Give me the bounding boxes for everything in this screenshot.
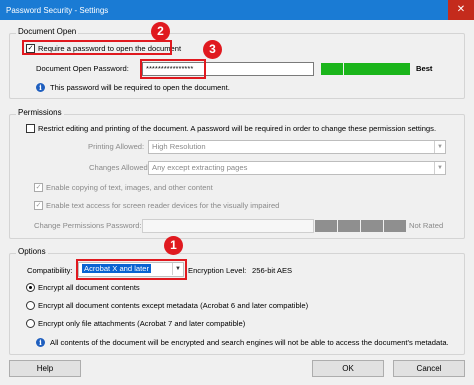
strength-segment	[344, 63, 366, 75]
strength-segment	[384, 220, 406, 232]
strength-label: Best	[416, 64, 433, 73]
document-open-legend: Document Open	[16, 27, 79, 36]
radio-encrypt-except-metadata-label[interactable]: Encrypt all document contents except met…	[38, 301, 308, 310]
encryption-value: 256-bit AES	[252, 266, 293, 275]
restrict-label[interactable]: Restrict editing and printing of the doc…	[38, 124, 436, 133]
close-icon[interactable]: ✕	[448, 0, 474, 20]
radio-encrypt-attachments[interactable]	[26, 319, 35, 328]
changes-label: Changes Allowed:	[89, 163, 150, 172]
annotation-badge-2: 2	[151, 22, 170, 41]
annotation-box-password	[140, 59, 206, 79]
cancel-button[interactable]: Cancel	[393, 360, 465, 377]
change-pw-label: Change Permissions Password:	[34, 221, 142, 230]
password-label: Document Open Password:	[36, 64, 129, 73]
strength-segment	[366, 63, 388, 75]
annotation-badge-1: 1	[164, 236, 183, 255]
chevron-down-icon: ▼	[434, 162, 445, 174]
annotation-badge-3: 3	[203, 40, 222, 59]
strength-segment	[361, 220, 383, 232]
help-button[interactable]: Help	[9, 360, 81, 377]
radio-encrypt-all-label[interactable]: Encrypt all document contents	[38, 283, 140, 292]
printing-value: High Resolution	[152, 142, 206, 151]
options-legend: Options	[16, 247, 48, 256]
options-info-text: All contents of the document will be enc…	[50, 338, 449, 347]
annotation-box-compat	[76, 259, 187, 280]
compat-label: Compatibility:	[27, 266, 73, 275]
strength-segment	[315, 220, 337, 232]
rating-label: Not Rated	[409, 221, 444, 230]
ok-button[interactable]: OK	[312, 360, 384, 377]
radio-encrypt-except-metadata[interactable]	[26, 301, 35, 310]
strength-segment	[321, 63, 343, 75]
chevron-down-icon: ▼	[434, 141, 445, 153]
printing-label: Printing Allowed:	[88, 142, 145, 151]
title-bar: Password Security - Settings ✕	[0, 0, 474, 20]
window-title: Password Security - Settings	[6, 5, 109, 15]
radio-encrypt-all[interactable]	[26, 283, 35, 292]
restrict-checkbox[interactable]	[26, 124, 35, 133]
annotation-box-require-password	[22, 40, 172, 55]
permissions-legend: Permissions	[16, 108, 64, 117]
password-info-text: This password will be required to open t…	[50, 83, 230, 92]
strength-segment	[338, 220, 360, 232]
encryption-label: Encryption Level:	[188, 266, 247, 275]
access-label[interactable]: Enable text access for screen reader dev…	[46, 201, 279, 210]
info-icon: i	[36, 83, 45, 92]
strength-segment	[388, 63, 410, 75]
changes-select[interactable]: Any except extracting pages ▼	[148, 161, 446, 175]
info-icon: i	[36, 338, 45, 347]
access-checkbox[interactable]	[34, 201, 43, 210]
change-pw-input[interactable]	[142, 219, 314, 233]
changes-value: Any except extracting pages	[152, 163, 248, 172]
radio-encrypt-attachments-label[interactable]: Encrypt only file attachments (Acrobat 7…	[38, 319, 245, 328]
copy-checkbox[interactable]	[34, 183, 43, 192]
copy-label[interactable]: Enable copying of text, images, and othe…	[46, 183, 213, 192]
printing-select[interactable]: High Resolution ▼	[148, 140, 446, 154]
